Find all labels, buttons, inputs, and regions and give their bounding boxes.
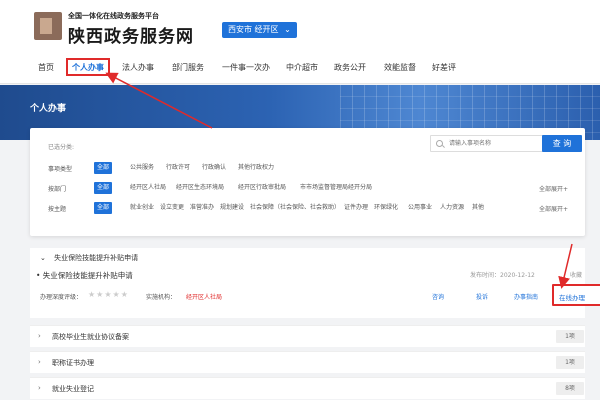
chevron-right-icon: › bbox=[38, 358, 41, 366]
chevron-down-icon: ⌄ bbox=[284, 25, 291, 34]
filter-row-department: 按部门 全部 经开区人社局 经开区生态环境局 经开区行政审批局 市市场监督管理局… bbox=[48, 182, 578, 194]
nav-legal-person[interactable]: 法人办事 bbox=[122, 62, 154, 73]
chevron-right-icon: › bbox=[38, 384, 41, 392]
banner-title: 个人办事 bbox=[30, 104, 67, 114]
nav-home[interactable]: 首页 bbox=[38, 62, 54, 73]
group-name: 高校毕业生就业协议备案 bbox=[52, 333, 129, 341]
filter-option[interactable]: 社会保障（社会保险、社会救助） bbox=[250, 202, 340, 214]
filter-option[interactable]: 公用事业 bbox=[408, 202, 432, 214]
nav-intermediary-market[interactable]: 中介超市 bbox=[286, 62, 318, 73]
group-header[interactable]: ⌄ 失业保险技能提升补贴申请 bbox=[40, 253, 138, 263]
filter-row-type: 事项类型 全部 公共服务 行政许可 行政确认 其他行政权力 bbox=[48, 162, 578, 174]
chevron-right-icon: › bbox=[38, 332, 41, 340]
guide-link[interactable]: 办事指南 bbox=[514, 292, 538, 301]
search-button[interactable]: 查 询 bbox=[542, 135, 582, 152]
service-group-open: ⌄ 失业保险技能提升补贴申请 • 失业保险技能提升补贴申请 发布时间：2020-… bbox=[30, 248, 600, 318]
filter-row-label: 事项类型 bbox=[48, 166, 73, 173]
group-name: 职称证书办理 bbox=[52, 359, 94, 367]
search-icon bbox=[436, 140, 443, 147]
group-name: 就业失业登记 bbox=[52, 385, 94, 393]
filter-option[interactable]: 就业创业 bbox=[130, 202, 154, 214]
filter-option[interactable]: 人力资源 bbox=[440, 202, 464, 214]
nav-one-thing[interactable]: 一件事一次办 bbox=[222, 62, 270, 73]
online-apply-label: 在线办理 bbox=[559, 294, 585, 302]
nav-department-services[interactable]: 部门服务 bbox=[172, 62, 204, 73]
group-count-badge: 1项 bbox=[556, 330, 584, 343]
site-title[interactable]: 陕西政务服务网 bbox=[68, 22, 194, 47]
filter-option[interactable]: 行政确认 bbox=[202, 162, 226, 174]
org-value: 经开区人社局 bbox=[186, 294, 223, 301]
region-selector[interactable]: 西安市 经开区 ⌄ bbox=[222, 22, 297, 38]
service-group-row[interactable]: › 就业失业登记 8项 bbox=[30, 377, 585, 399]
filter-option[interactable]: 行政许可 bbox=[166, 162, 190, 174]
site-header: 全国一体化在线政务服务平台 陕西政务服务网 西安市 经开区 ⌄ bbox=[0, 0, 600, 52]
group-count-badge: 1项 bbox=[556, 356, 584, 369]
chevron-down-icon: ⌄ bbox=[40, 254, 46, 262]
filter-row-label: 按主题 bbox=[48, 206, 67, 213]
filter-all-chip[interactable]: 全部 bbox=[94, 182, 113, 194]
consult-link[interactable]: 咨询 bbox=[432, 292, 444, 301]
search-input[interactable] bbox=[449, 136, 539, 151]
nav-highlight-box bbox=[66, 58, 110, 76]
filter-all-chip[interactable]: 全部 bbox=[94, 162, 113, 174]
complaint-link[interactable]: 投诉 bbox=[476, 292, 488, 301]
expand-all-link[interactable]: 全部展开+ bbox=[539, 204, 568, 213]
selected-categories-label: 已选分类: bbox=[48, 144, 75, 151]
region-label: 西安市 经开区 bbox=[228, 25, 279, 34]
filter-option[interactable]: 规划建设 bbox=[220, 202, 244, 214]
filter-option[interactable]: 其他 bbox=[472, 202, 484, 214]
online-apply-button[interactable]: 在线办理 bbox=[552, 284, 600, 306]
filter-option[interactable]: 设立变更 bbox=[160, 202, 184, 214]
nav-evaluation[interactable]: 好差评 bbox=[432, 62, 456, 73]
site-logo[interactable] bbox=[34, 12, 62, 40]
service-group-row[interactable]: › 职称证书办理 1项 bbox=[30, 351, 585, 373]
filter-row-topic: 按主题 全部 就业创业 设立变更 准营准办 规划建设 社会保障（社会保险、社会救… bbox=[48, 202, 578, 214]
site-tagline: 全国一体化在线政务服务平台 bbox=[68, 12, 159, 20]
group-name: 失业保险技能提升补贴申请 bbox=[54, 254, 139, 262]
filter-option[interactable]: 准营准办 bbox=[190, 202, 214, 214]
filter-option[interactable]: 经开区人社局 bbox=[130, 182, 166, 194]
group-count-badge: 8项 bbox=[556, 382, 584, 395]
nav-efficiency-supervision[interactable]: 效能监督 bbox=[384, 62, 416, 73]
filter-option[interactable]: 证件办理 bbox=[344, 202, 368, 214]
filter-panel: 已选分类: 查 询 事项类型 全部 公共服务 行政许可 行政确认 其他行政权力 … bbox=[30, 128, 585, 236]
filter-option[interactable]: 环保绿化 bbox=[374, 202, 398, 214]
filter-option[interactable]: 公共服务 bbox=[130, 162, 154, 174]
favorite-link[interactable]: 收藏 bbox=[570, 270, 582, 279]
service-group-row[interactable]: › 高校毕业生就业协议备案 1项 bbox=[30, 325, 585, 347]
filter-option[interactable]: 经开区行政审批局 bbox=[238, 182, 286, 194]
publish-date: 发布时间：2020-12-12 bbox=[470, 272, 535, 279]
expand-all-link[interactable]: 全部展开+ bbox=[539, 184, 568, 193]
filter-option[interactable]: 经开区生态环境局 bbox=[176, 182, 224, 194]
service-item-title[interactable]: • 失业保险技能提升补贴申请 bbox=[36, 270, 133, 281]
nav-government-affairs[interactable]: 政务公开 bbox=[334, 62, 366, 73]
filter-option[interactable]: 市市场监督管理局经开分局 bbox=[300, 182, 372, 194]
org-label: 实施机构： bbox=[146, 294, 177, 301]
filter-option[interactable]: 其他行政权力 bbox=[238, 162, 274, 174]
filter-all-chip[interactable]: 全部 bbox=[94, 202, 113, 214]
rating-stars: ★★★★★ bbox=[88, 290, 129, 299]
filter-row-label: 按部门 bbox=[48, 186, 67, 193]
rating-label: 办理深度评级： bbox=[40, 294, 83, 301]
